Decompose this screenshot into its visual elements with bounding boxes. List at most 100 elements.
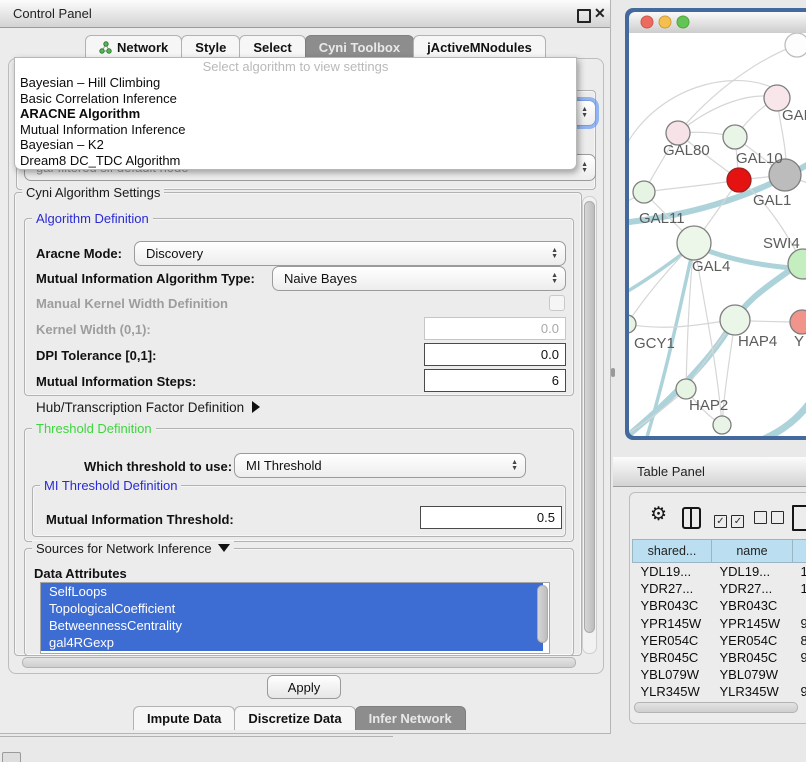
- combo-stepper-icon: ▲▼: [551, 273, 558, 285]
- tab-select[interactable]: Select: [239, 35, 305, 59]
- node-hap4[interactable]: [720, 305, 750, 335]
- combo-stepper-icon: ▲▼: [551, 248, 558, 260]
- table-row[interactable]: YER054CYER054C8.: [633, 632, 806, 649]
- list-scrollbar[interactable]: [537, 585, 548, 643]
- splitter-grip[interactable]: [611, 368, 615, 377]
- table-row[interactable]: YDR27...YDR27...12: [633, 580, 806, 597]
- settings-vscrollbar-track[interactable]: [582, 196, 597, 654]
- node-swi4[interactable]: [788, 249, 806, 279]
- tab-infer-network-label: Infer Network: [369, 707, 452, 730]
- label-gal10: GAL10: [736, 150, 783, 167]
- aracne-mode-value: Discovery: [146, 246, 203, 261]
- mi-threshold-label: Mutual Information Threshold:: [46, 512, 234, 527]
- dropdown-item-bayesian-k2[interactable]: Bayesian – K2: [15, 137, 576, 153]
- aracne-mode-combo[interactable]: Discovery ▲▼: [134, 241, 566, 266]
- tab-network-label: Network: [117, 36, 168, 59]
- dpi-tolerance-field[interactable]: 0.0: [424, 343, 566, 366]
- table-hscrollbar-thumb[interactable]: [634, 702, 798, 713]
- combo-stepper-icon: ▲▼: [511, 460, 518, 472]
- tab-network[interactable]: Network: [85, 35, 182, 59]
- list-item[interactable]: BetweennessCentrality: [41, 617, 543, 634]
- table-header-row: shared... name: [633, 540, 806, 563]
- which-threshold-value: MI Threshold: [246, 458, 322, 473]
- node-unnamed-top[interactable]: [785, 33, 806, 57]
- tab-cyni-toolbox[interactable]: Cyni Toolbox: [305, 35, 414, 59]
- label-gal-top: GAL: [782, 107, 806, 124]
- node-gal1[interactable]: [727, 168, 751, 192]
- columns-icon[interactable]: [682, 507, 701, 529]
- table-row[interactable]: YPR145WYPR145W9.: [633, 615, 806, 632]
- table-row[interactable]: YDL19...YDL19...13: [633, 563, 806, 581]
- node-gal10[interactable]: [723, 125, 747, 149]
- tab-jactivemnodules[interactable]: jActiveMNodules: [413, 35, 546, 59]
- table-row[interactable]: YBL079WYBL079W: [633, 666, 806, 683]
- float-window-icon[interactable]: [577, 9, 591, 23]
- table-row[interactable]: YBR045CYBR045C9.: [633, 649, 806, 666]
- panel-divider: [0, 736, 393, 737]
- column-shared-name[interactable]: shared...: [633, 540, 712, 563]
- mi-threshold-field[interactable]: 0.5: [420, 506, 562, 529]
- node-gal4[interactable]: [677, 226, 711, 260]
- application-desktop: Control Panel Network Style Select Cyni …: [0, 0, 806, 762]
- node-bottom[interactable]: [713, 416, 731, 434]
- export-table-icon[interactable]: [792, 505, 806, 531]
- tab-discretize-data[interactable]: Discretize Data: [234, 706, 355, 730]
- tab-impute-data[interactable]: Impute Data: [133, 706, 235, 730]
- attr-topologicalcoefficient: TopologicalCoefficient: [49, 601, 175, 616]
- control-panel-tabs: Network Style Select Cyni Toolbox jActiv…: [86, 35, 546, 59]
- manual-kernel-label: Manual Kernel Width Definition: [36, 296, 228, 311]
- algorithm-definition-title: Algorithm Definition: [32, 211, 153, 226]
- list-item[interactable]: SelfLoops: [41, 583, 543, 600]
- node-gal11[interactable]: [633, 181, 655, 203]
- dropdown-item-dream8[interactable]: Dream8 DC_TDC Algorithm: [15, 153, 576, 169]
- minimize-traffic-light[interactable]: [659, 16, 671, 28]
- column-partial[interactable]: [793, 540, 806, 563]
- dropdown-item-mutual-information[interactable]: Mutual Information Inference: [15, 122, 576, 138]
- network-canvas[interactable]: GAL GAL80 GAL10 GAL1 GAL11 GAL4 SWI4 GCY…: [629, 33, 806, 436]
- network-window-titlebar: [629, 12, 806, 34]
- mi-steps-field[interactable]: 6: [424, 369, 566, 392]
- dropdown-item-aracne[interactable]: ARACNE Algorithm: [15, 106, 576, 122]
- label-gcy1: GCY1: [634, 335, 675, 352]
- table-panel-title: Table Panel: [637, 464, 705, 479]
- manual-kernel-checkbox[interactable]: [549, 295, 565, 311]
- mi-type-value: Naive Bayes: [284, 271, 357, 286]
- data-attributes-list[interactable]: SelfLoops TopologicalCoefficient Between…: [40, 582, 550, 654]
- label-hap4: HAP4: [738, 333, 777, 350]
- hub-definition-expander[interactable]: Hub/Transcription Factor Definition: [36, 400, 260, 415]
- list-item[interactable]: TopologicalCoefficient: [41, 600, 543, 617]
- unselect-all-columns-icon[interactable]: [754, 511, 784, 529]
- close-traffic-light[interactable]: [641, 16, 653, 28]
- collapsed-panel-icon[interactable]: [2, 752, 21, 762]
- network-node-labels: GAL GAL80 GAL10 GAL1 GAL11 GAL4 SWI4 GCY…: [634, 107, 806, 414]
- table-row[interactable]: YLR345WYLR345W9.: [633, 683, 806, 700]
- table-hscrollbar-track[interactable]: [632, 700, 806, 715]
- threshold-definition-title: Threshold Definition: [32, 421, 156, 436]
- attr-gal4rgexp: gal4RGexp: [49, 635, 114, 650]
- mi-type-combo[interactable]: Naive Bayes ▲▼: [272, 266, 566, 291]
- table-row[interactable]: YBR043CYBR043C: [633, 597, 806, 614]
- settings-vscrollbar-thumb[interactable]: [584, 201, 595, 633]
- gear-icon[interactable]: [650, 503, 667, 526]
- kernel-width-field[interactable]: 0.0: [424, 317, 566, 340]
- select-all-columns-icon[interactable]: ✓ ✓: [714, 511, 744, 529]
- which-threshold-label: Which threshold to use:: [84, 459, 232, 474]
- apply-button[interactable]: Apply: [267, 675, 341, 699]
- zoom-traffic-light[interactable]: [677, 16, 689, 28]
- list-item[interactable]: gal4RGexp: [41, 634, 543, 651]
- which-threshold-combo[interactable]: MI Threshold ▲▼: [234, 453, 526, 478]
- dropdown-item-bayesian-hill-climbing[interactable]: Bayesian – Hill Climbing: [15, 75, 576, 91]
- node-gcy1[interactable]: [629, 315, 636, 333]
- node-salmon[interactable]: [790, 310, 806, 334]
- node-hap2[interactable]: [676, 379, 696, 399]
- tab-infer-network[interactable]: Infer Network: [355, 706, 466, 730]
- node-table: shared... name YDL19...YDL19...13 YDR27.…: [632, 539, 806, 718]
- hub-definition-label: Hub/Transcription Factor Definition: [36, 400, 244, 415]
- label-swi4: SWI4: [763, 235, 800, 252]
- settings-hscrollbar-thumb[interactable]: [22, 657, 576, 668]
- label-gal1: GAL1: [753, 192, 791, 209]
- close-icon[interactable]: [594, 5, 606, 22]
- tab-style[interactable]: Style: [181, 35, 240, 59]
- column-name[interactable]: name: [712, 540, 793, 563]
- dropdown-item-basic-correlation[interactable]: Basic Correlation Inference: [15, 91, 576, 107]
